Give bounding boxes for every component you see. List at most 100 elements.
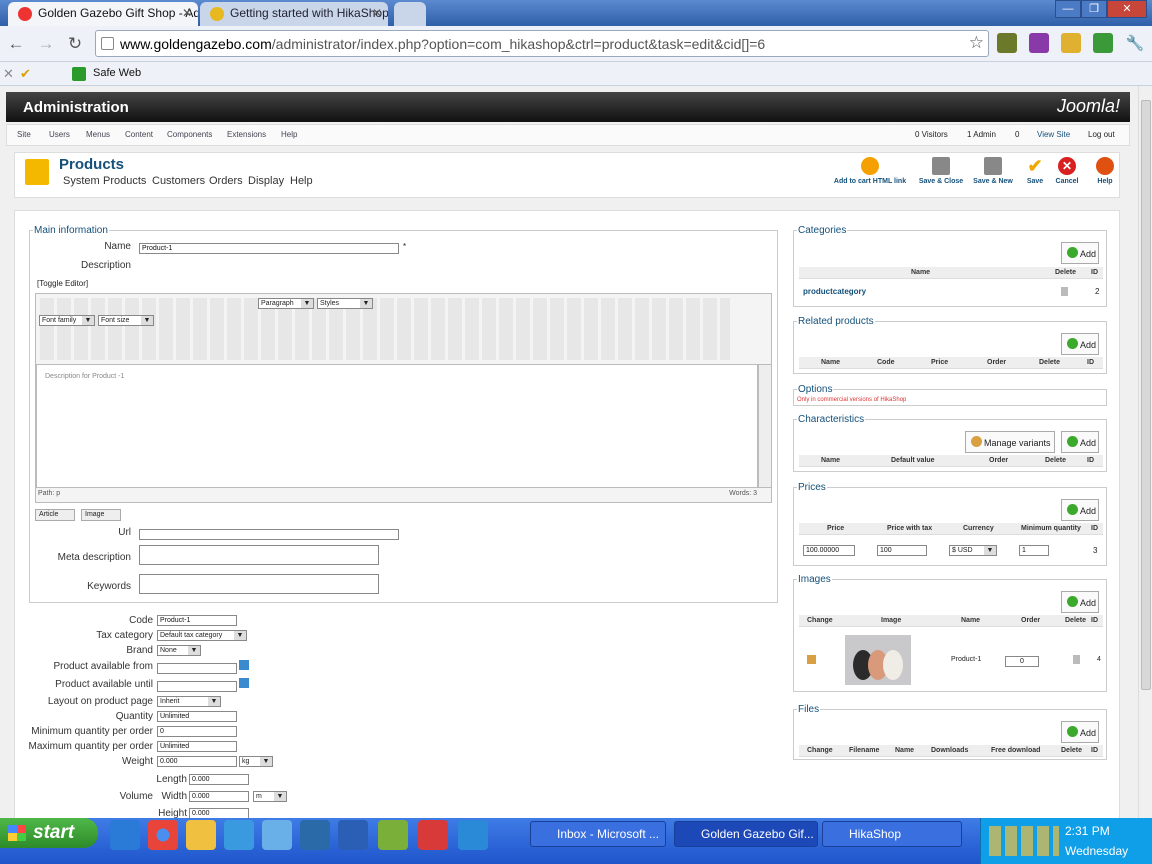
address-bar[interactable]: www.goldengazebo.com/administrator/index… (95, 30, 989, 57)
length-input[interactable]: 0.000 (189, 774, 249, 785)
start-button[interactable]: start (0, 818, 98, 848)
cancel-button[interactable]: ✕ Cancel (1053, 157, 1081, 185)
ie-icon[interactable] (110, 820, 140, 850)
toggle-editor-link[interactable]: [Toggle Editor] (37, 279, 88, 288)
save-new-button[interactable]: Save & New (971, 157, 1015, 185)
menu-users[interactable]: Users (49, 130, 70, 139)
back-icon[interactable]: ← (5, 33, 27, 55)
styles-select[interactable]: Styles (317, 298, 373, 309)
word-icon[interactable] (338, 820, 368, 850)
name-input[interactable]: Product-1 (139, 243, 399, 254)
height-input[interactable]: 0.000 (189, 808, 249, 818)
manage-variants-button[interactable]: Manage variants (965, 431, 1055, 453)
camera-icon[interactable] (418, 820, 448, 850)
quantity-input[interactable]: Unlimited (157, 711, 237, 722)
paragraph-select[interactable]: Paragraph (258, 298, 314, 309)
price-input[interactable]: 100.00000 (803, 545, 855, 556)
width-input[interactable]: 0.000 (189, 791, 249, 802)
save-button[interactable]: ✔ Save (1023, 157, 1047, 185)
window-close-icon[interactable]: ✕ (1107, 0, 1147, 18)
tray-icons[interactable] (989, 826, 1059, 856)
tax-category-select[interactable]: Default tax category (157, 630, 247, 641)
article-button[interactable]: Article (35, 509, 75, 521)
brand-select[interactable]: None (157, 645, 201, 656)
url-input[interactable] (139, 529, 399, 540)
meta-description-textarea[interactable] (139, 545, 379, 565)
available-from-input[interactable] (157, 663, 237, 674)
image-order-input[interactable]: 0 (1005, 656, 1039, 667)
menu-extensions[interactable]: Extensions (227, 130, 266, 139)
trash-icon[interactable] (1073, 655, 1080, 664)
tab-hikashop[interactable]: Getting started with HikaShop ✕ (200, 2, 388, 26)
chrome-icon[interactable] (148, 820, 178, 850)
submenu-help[interactable]: Help (290, 175, 313, 187)
characteristics-add-button[interactable]: Add (1061, 431, 1099, 453)
app-icon[interactable] (378, 820, 408, 850)
price-with-tax-input[interactable]: 100 (877, 545, 927, 556)
wrench-icon[interactable]: 🔧 (1124, 33, 1146, 55)
trash-icon[interactable] (1061, 287, 1068, 296)
editor-area[interactable]: Description for Product -1 (36, 364, 758, 488)
safe-web-label[interactable]: Safe Web (93, 67, 141, 79)
code-input[interactable]: Product-1 (157, 615, 237, 626)
files-add-button[interactable]: Add (1061, 721, 1099, 743)
extension-icon[interactable] (1093, 33, 1113, 53)
editor-scrollbar[interactable] (758, 364, 772, 488)
minimize-icon[interactable]: — (1055, 0, 1081, 18)
editor-toolbar[interactable] (40, 298, 730, 360)
reload-icon[interactable]: ↻ (64, 33, 86, 55)
image-button[interactable]: Image (81, 509, 121, 521)
product-image[interactable] (845, 635, 911, 685)
layout-select[interactable]: Inherit (157, 696, 221, 707)
menu-menus[interactable]: Menus (86, 130, 110, 139)
close-icon[interactable]: ✕ (182, 6, 192, 20)
outlook-icon[interactable] (186, 820, 216, 850)
help-button[interactable]: Help (1093, 157, 1117, 185)
submenu-orders[interactable]: Orders (209, 175, 243, 187)
min-quantity-price-input[interactable]: 1 (1019, 545, 1049, 556)
available-until-input[interactable] (157, 681, 237, 692)
prices-add-button[interactable]: Add (1061, 499, 1099, 521)
add-to-cart-link-button[interactable]: Add to cart HTML link (833, 157, 907, 185)
task-golden-gazebo[interactable]: Golden Gazebo Gif... (674, 821, 818, 847)
menu-help[interactable]: Help (281, 130, 297, 139)
notepad-icon[interactable] (262, 820, 292, 850)
calendar-icon[interactable] (239, 660, 249, 670)
menu-components[interactable]: Components (167, 130, 212, 139)
page-scrollbar[interactable] (1138, 86, 1152, 818)
app-icon[interactable] (224, 820, 254, 850)
edit-image-icon[interactable] (807, 655, 816, 664)
calendar-icon[interactable] (239, 678, 249, 688)
category-link[interactable]: productcategory (803, 287, 866, 296)
maximize-icon[interactable]: ❐ (1081, 0, 1107, 18)
forward-icon[interactable]: → (35, 33, 57, 55)
submenu-system[interactable]: System (63, 175, 100, 187)
related-add-button[interactable]: Add (1061, 333, 1099, 355)
menu-content[interactable]: Content (125, 130, 153, 139)
bookmark-star-icon[interactable]: ☆ (969, 33, 984, 53)
save-close-button[interactable]: Save & Close (917, 157, 965, 185)
keywords-textarea[interactable] (139, 574, 379, 594)
currency-select[interactable]: $ USD (949, 545, 997, 556)
view-site-link[interactable]: View Site (1037, 130, 1070, 139)
close-icon[interactable]: ✕ (372, 6, 382, 20)
extension-icon[interactable] (1061, 33, 1081, 53)
clock-time[interactable]: 2:31 PM (1065, 824, 1110, 838)
submenu-display[interactable]: Display (248, 175, 284, 187)
font-size-select[interactable]: Font size (98, 315, 154, 326)
close-x-icon[interactable]: ✕ (3, 66, 14, 82)
categories-add-button[interactable]: Add (1061, 242, 1099, 264)
extension-icon[interactable] (997, 33, 1017, 53)
dimension-unit-select[interactable]: m (253, 791, 287, 802)
menu-site[interactable]: Site (17, 130, 31, 139)
tab-golden-gazebo[interactable]: Golden Gazebo Gift Shop - Ad ✕ (8, 2, 198, 26)
pse-icon[interactable] (458, 820, 488, 850)
logout-link[interactable]: Log out (1088, 130, 1115, 139)
app-icon[interactable] (300, 820, 330, 850)
check-icon[interactable]: ✔ (20, 66, 31, 82)
submenu-products[interactable]: Products (103, 175, 146, 187)
scrollbar-thumb[interactable] (1141, 100, 1151, 690)
font-family-select[interactable]: Font family (39, 315, 95, 326)
task-inbox[interactable]: Inbox - Microsoft ... (530, 821, 666, 847)
new-tab-button[interactable] (394, 2, 426, 26)
